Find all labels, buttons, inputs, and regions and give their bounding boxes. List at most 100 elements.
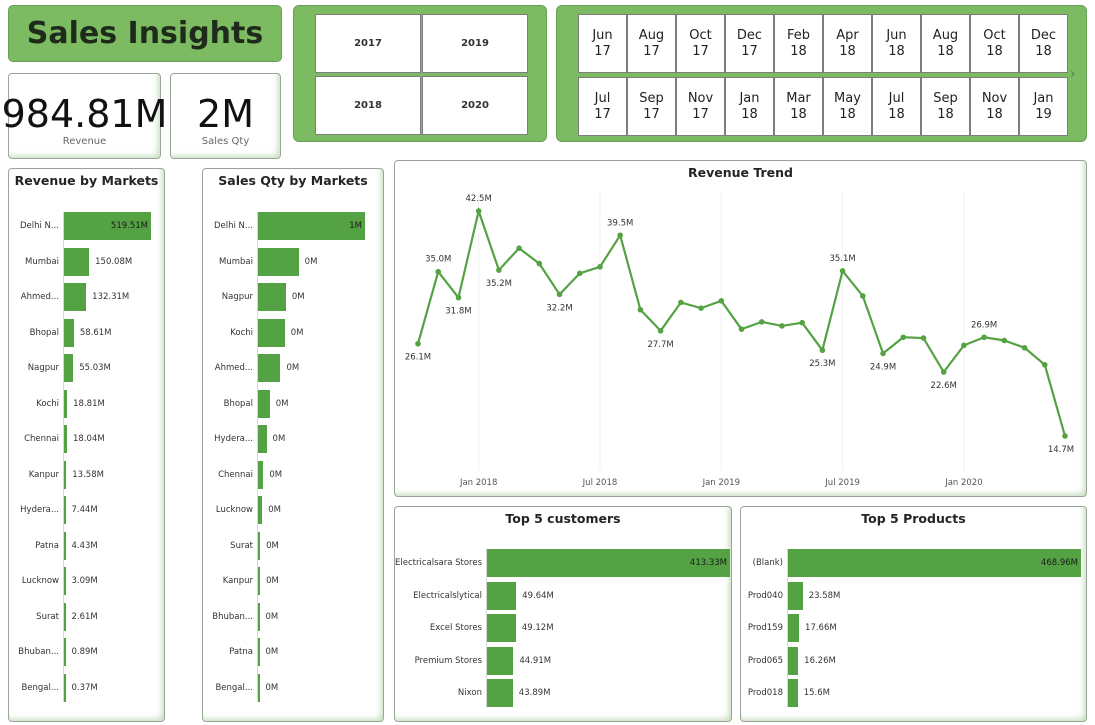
month-option-sep-17[interactable]: Sep 17 bbox=[627, 77, 676, 136]
bar[interactable] bbox=[258, 283, 286, 311]
trend-point[interactable] bbox=[475, 208, 482, 214]
month-option-aug-18[interactable]: Aug 18 bbox=[921, 14, 970, 73]
bar[interactable] bbox=[788, 679, 798, 707]
bar[interactable] bbox=[788, 614, 800, 642]
bar[interactable] bbox=[258, 602, 260, 631]
month-option-jun-17[interactable]: Jun 17 bbox=[578, 14, 627, 73]
year-option-2020[interactable]: 2020 bbox=[422, 76, 528, 135]
bar[interactable] bbox=[258, 425, 267, 453]
trend-point[interactable] bbox=[1062, 433, 1068, 439]
year-option-2017[interactable]: 2017 bbox=[315, 14, 421, 73]
month-option-sep-18[interactable]: Sep 18 bbox=[921, 77, 970, 136]
trend-point[interactable] bbox=[415, 340, 421, 347]
bar-category-label: Prod040 bbox=[747, 590, 783, 601]
trend-point[interactable] bbox=[758, 319, 765, 325]
month-option-aug-17[interactable]: Aug 17 bbox=[627, 14, 676, 73]
month-option-jun-18[interactable]: Jun 18 bbox=[872, 14, 921, 73]
trend-point[interactable] bbox=[738, 326, 745, 332]
bar[interactable] bbox=[258, 354, 281, 382]
trend-point[interactable] bbox=[981, 334, 987, 341]
bar[interactable] bbox=[258, 496, 263, 524]
bar[interactable] bbox=[258, 318, 285, 347]
trend-point[interactable] bbox=[657, 327, 664, 334]
bar[interactable] bbox=[258, 567, 261, 595]
trend-point[interactable] bbox=[718, 298, 725, 304]
trend-point[interactable] bbox=[961, 342, 967, 349]
x-tick-label: Jan 2018 bbox=[459, 478, 497, 488]
trend-point[interactable] bbox=[496, 267, 502, 273]
month-option-dec-17[interactable]: Dec 17 bbox=[725, 14, 774, 73]
bar[interactable] bbox=[64, 638, 66, 666]
month-option-apr-18[interactable]: Apr 18 bbox=[823, 14, 872, 73]
bar[interactable] bbox=[487, 581, 517, 610]
bar[interactable] bbox=[64, 283, 87, 311]
bar[interactable] bbox=[487, 646, 514, 675]
bar[interactable] bbox=[64, 247, 90, 276]
bar[interactable] bbox=[258, 673, 260, 702]
trend-point[interactable] bbox=[455, 294, 462, 301]
month-option-dec-18[interactable]: Dec 18 bbox=[1019, 14, 1068, 73]
trend-point[interactable] bbox=[1021, 344, 1028, 351]
year-option-2018[interactable]: 2018 bbox=[315, 76, 421, 135]
bar[interactable] bbox=[64, 354, 74, 382]
month-option-mar-18[interactable]: Mar 18 bbox=[774, 77, 823, 136]
bar[interactable] bbox=[258, 638, 260, 666]
bar[interactable] bbox=[64, 460, 67, 489]
month-option-oct-17[interactable]: Oct 17 bbox=[676, 14, 725, 73]
bar-value-label: 0M bbox=[272, 434, 286, 444]
trend-point[interactable] bbox=[880, 350, 886, 357]
bar[interactable] bbox=[258, 531, 261, 560]
trend-point[interactable] bbox=[556, 291, 563, 298]
month-option-jul-17[interactable]: Jul 17 bbox=[578, 77, 627, 136]
bar[interactable] bbox=[258, 460, 264, 489]
trend-point[interactable] bbox=[860, 293, 866, 299]
year-option-2019[interactable]: 2019 bbox=[422, 14, 528, 73]
month-option-jul-18[interactable]: Jul 18 bbox=[872, 77, 921, 136]
trend-point[interactable] bbox=[617, 232, 623, 239]
bar-value-label: 150.08M bbox=[95, 256, 133, 267]
trend-point[interactable] bbox=[1001, 337, 1008, 344]
month-option-nov-17[interactable]: Nov 17 bbox=[676, 77, 725, 136]
bar[interactable] bbox=[64, 425, 68, 453]
bar[interactable] bbox=[64, 602, 66, 631]
trend-point[interactable] bbox=[1041, 361, 1048, 368]
bar[interactable] bbox=[258, 247, 299, 276]
trend-data-label: 39.5M bbox=[607, 218, 633, 228]
bar-category-label: Delhi N... bbox=[213, 221, 253, 231]
trend-point[interactable] bbox=[799, 319, 805, 326]
trend-point[interactable] bbox=[637, 306, 644, 313]
trend-point[interactable] bbox=[576, 270, 583, 277]
trend-point[interactable] bbox=[920, 335, 927, 341]
bar[interactable] bbox=[788, 581, 803, 610]
trend-point[interactable] bbox=[597, 264, 603, 270]
trend-point[interactable] bbox=[536, 260, 543, 267]
month-option-nov-18[interactable]: Nov 18 bbox=[970, 77, 1019, 136]
month-option-feb-18[interactable]: Feb 18 bbox=[774, 14, 823, 73]
month-option-jan-18[interactable]: Jan 18 bbox=[725, 77, 774, 136]
bar[interactable] bbox=[64, 673, 66, 702]
trend-point[interactable] bbox=[516, 245, 522, 252]
bar[interactable] bbox=[64, 389, 68, 418]
month-option-jan-19[interactable]: Jan 19 bbox=[1019, 77, 1068, 136]
trend-point[interactable] bbox=[940, 369, 947, 375]
trend-point[interactable] bbox=[900, 334, 907, 341]
trend-point[interactable] bbox=[839, 268, 846, 274]
bar[interactable] bbox=[487, 614, 516, 642]
trend-point[interactable] bbox=[698, 305, 704, 311]
bar[interactable] bbox=[64, 496, 66, 524]
bar[interactable] bbox=[64, 567, 66, 595]
trend-point[interactable] bbox=[819, 347, 826, 354]
bar[interactable] bbox=[64, 318, 74, 347]
chevron-right-icon[interactable]: › bbox=[1070, 66, 1082, 82]
month-year: 17 bbox=[692, 43, 709, 59]
bar[interactable] bbox=[487, 679, 513, 707]
bar[interactable] bbox=[788, 646, 799, 675]
bar[interactable] bbox=[258, 389, 270, 418]
month-option-oct-18[interactable]: Oct 18 bbox=[970, 14, 1019, 73]
bar[interactable] bbox=[64, 531, 66, 560]
bar-category-label: Premium Stores bbox=[414, 655, 482, 666]
trend-point[interactable] bbox=[678, 299, 684, 306]
trend-point[interactable] bbox=[435, 268, 442, 275]
month-option-may-18[interactable]: May 18 bbox=[823, 77, 872, 136]
trend-point[interactable] bbox=[779, 323, 785, 329]
